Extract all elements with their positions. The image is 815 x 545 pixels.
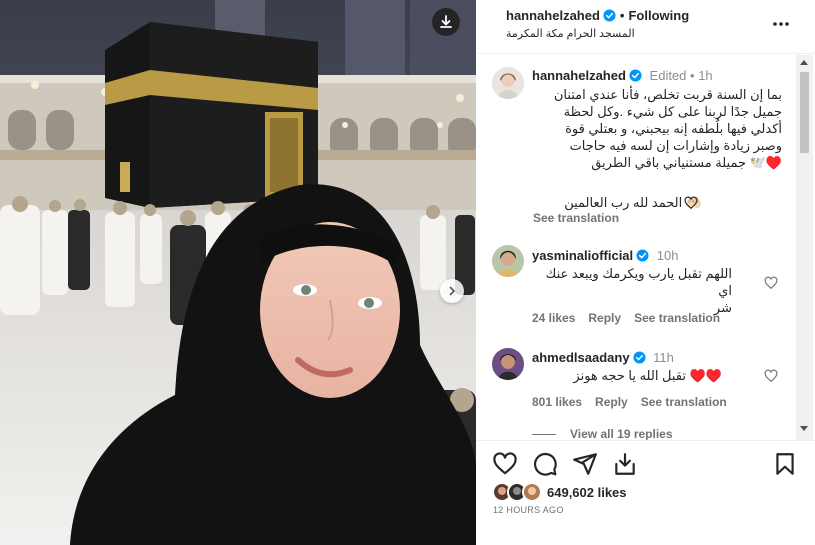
caption-line: وصبر زيادة وإشارات إن لسه فيه حاجات (569, 138, 782, 153)
reply-button[interactable]: Reply (595, 395, 628, 409)
like-comment-heart-icon[interactable] (764, 369, 778, 383)
comment-username-row: ahmedlsaadany 11h (532, 350, 674, 365)
comments-scrollbar[interactable] (796, 55, 813, 440)
comment-likes[interactable]: 801 likes (532, 395, 582, 409)
caption-see-translation[interactable]: See translation (533, 211, 619, 225)
comment-username[interactable]: yasminaliofficial (532, 248, 633, 263)
more-horizontal-icon[interactable] (771, 14, 791, 34)
commenter-avatar[interactable] (492, 348, 524, 380)
comment-likes[interactable]: 24 likes (532, 311, 575, 325)
comments-list[interactable]: hannahelzahed Edited • 1h بما إن السنة ق… (476, 55, 798, 440)
separator-dot: • (619, 8, 625, 23)
like-comment-heart-icon[interactable] (764, 276, 778, 290)
edited-label: Edited (649, 68, 687, 83)
comment-time: 10h (656, 248, 679, 263)
verified-badge-icon (603, 9, 616, 22)
caption-line: أكدلي فيها بلُطفه إنه بيحبني، و بعتلي قو… (565, 121, 782, 136)
post-header: hannahelzahed • Following المسجد الحرام مك… (476, 0, 815, 54)
view-replies-button[interactable]: View all 19 replies (532, 427, 673, 440)
comment-text: ♥️♥️ تقبل الله يا حجه هونز (532, 367, 722, 384)
comment-actions: 24 likes Reply See translation (532, 311, 733, 325)
shopping-download-icon[interactable] (612, 451, 638, 477)
comment-username-row: yasminaliofficial 10h (532, 248, 678, 263)
verified-badge-icon (629, 69, 642, 82)
likes-count[interactable]: 649,602 likes (547, 485, 627, 500)
avatar (522, 482, 542, 502)
next-photo-button[interactable] (440, 279, 464, 303)
comment-icon[interactable] (532, 451, 558, 477)
kaaba-selfie-image (0, 0, 476, 545)
comment-text: اللهم تقبل يارب ويكرمك ويبعد عنك اي شر (532, 265, 732, 316)
chevron-right-icon (449, 286, 456, 296)
caption-text: بما إن السنة قربت تخلص، فأنا عندي امتنان… (532, 86, 782, 171)
avatar (492, 245, 524, 277)
caption-line: بما إن السنة قربت تخلص، فأنا عندي امتنان (553, 87, 782, 102)
scroll-down-arrow[interactable] (800, 426, 808, 431)
verified-badge-icon (636, 249, 649, 262)
caption-line: جميل جدًا لربنا على كل شيء .وكل لحظة (563, 104, 782, 119)
heart-icon (684, 196, 698, 210)
comment-see-translation[interactable]: See translation (641, 395, 727, 409)
comment-time: 11h (653, 350, 674, 365)
avatar-image-3 (524, 484, 540, 500)
comment-username[interactable]: ahmedlsaadany (532, 350, 630, 365)
caption-username[interactable]: hannahelzahed (532, 68, 626, 83)
heart-icon[interactable] (492, 451, 518, 477)
avatar (492, 348, 524, 380)
location-link[interactable]: المسجد الحرام مكة المكرمة (506, 27, 635, 40)
comment-see-translation[interactable]: See translation (634, 311, 720, 325)
avatar (492, 67, 524, 99)
commenter-avatar[interactable] (492, 245, 524, 277)
caption-dot: • (686, 68, 699, 83)
caption-avatar[interactable] (492, 67, 524, 99)
scroll-thumb[interactable] (800, 72, 809, 153)
caption-username-row: hannahelzahed Edited • 1h (532, 68, 713, 83)
download-button[interactable] (432, 8, 460, 36)
caption-time: 1h (698, 68, 713, 83)
header-username-row: hannahelzahed • Following (506, 8, 689, 23)
post-side-panel: hannahelzahed • Following المسجد الحرام مك… (476, 0, 815, 545)
instagram-post-modal: hannahelzahed • Following المسجد الحرام مك… (0, 0, 815, 545)
download-icon (440, 15, 452, 28)
verified-badge-icon (633, 351, 646, 364)
header-username[interactable]: hannahelzahed (506, 8, 600, 23)
reply-button[interactable]: Reply (588, 311, 621, 325)
post-time-ago[interactable]: 12 HOURS AGO (493, 505, 564, 515)
send-icon[interactable] (572, 451, 598, 477)
bookmark-icon[interactable] (772, 451, 798, 477)
caption-closing: 🤲🏻 الحمد لله رب العالمين (564, 195, 702, 210)
scroll-up-arrow[interactable] (800, 60, 808, 65)
comment-line: اللهم تقبل يارب ويكرمك ويبعد عنك اي (545, 266, 732, 298)
post-photo[interactable] (0, 0, 476, 545)
following-button[interactable]: Following (628, 8, 689, 23)
comment-actions: 801 likes Reply See translation (532, 395, 740, 409)
comment-line: ♥️♥️ تقبل الله يا حجه هونز (573, 368, 722, 383)
caption-line: ♥️🕊️ جميلة مستنياني باقي الطريق (591, 155, 782, 170)
